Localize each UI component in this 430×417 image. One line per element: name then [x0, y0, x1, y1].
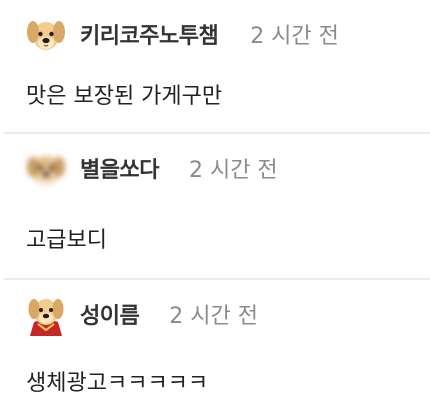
puppy-avatar-icon[interactable]	[24, 12, 68, 56]
comment-list: 키리코주노투챔 2 시간 전 맛은 보장된 가게구만 별을쏘다 2 시간 전 고…	[0, 0, 430, 417]
comment-item: 키리코주노투챔 2 시간 전 맛은 보장된 가게구만	[0, 0, 430, 133]
author-name[interactable]: 별을쏘다	[80, 152, 159, 184]
comment-text: 고급보디	[26, 228, 107, 253]
author-name[interactable]: 키리코주노투챔	[80, 18, 219, 50]
puppy-red-cape-avatar-icon[interactable]	[24, 292, 68, 336]
blurred-puppy-avatar-icon[interactable]	[24, 146, 68, 190]
comment-header: 별을쏘다 2 시간 전	[24, 144, 278, 192]
comment-header: 키리코주노투챔 2 시간 전	[24, 10, 339, 58]
comment-item: 성이름 2 시간 전 생체광고ㅋㅋㅋㅋㅋ	[0, 280, 430, 417]
author-name[interactable]: 성이름	[80, 298, 140, 330]
comment-header: 성이름 2 시간 전	[24, 290, 258, 338]
timestamp: 2 시간 전	[169, 304, 258, 329]
comment-text: 맛은 보장된 가게구만	[26, 84, 223, 109]
timestamp: 2 시간 전	[250, 24, 339, 49]
comment-item: 별을쏘다 2 시간 전 고급보디	[0, 134, 430, 279]
comment-text: 생체광고ㅋㅋㅋㅋㅋ	[26, 371, 209, 396]
timestamp: 2 시간 전	[188, 158, 278, 183]
